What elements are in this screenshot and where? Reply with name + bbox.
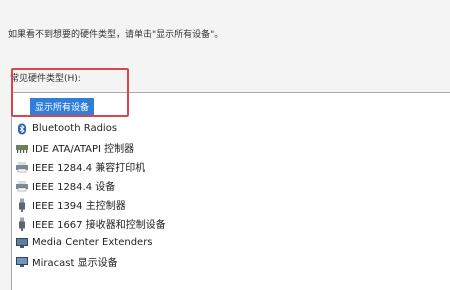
list-item-label: IEEE 1667 接收器和控制设备 (32, 220, 166, 231)
list-item-label: Media Center Extenders (32, 237, 153, 248)
instruction-text: 如果看不到想要的硬件类型，请单击"显示所有设备"。 (8, 30, 224, 40)
monitor-icon (15, 236, 29, 250)
red-highlight-annotation (11, 68, 129, 117)
list-item-ieee-1394-host[interactable]: IEEE 1394 主控制器 (15, 195, 126, 214)
list-item-media-center-extenders[interactable]: Media Center Extenders (15, 233, 153, 252)
monitor-icon (15, 255, 29, 269)
list-item-bluetooth-radios[interactable]: Bluetooth Radios (15, 119, 117, 138)
usb-plug-icon (15, 217, 29, 231)
usb-plug-icon (15, 198, 29, 212)
printer-icon (15, 179, 29, 193)
list-item-ieee-1667[interactable]: IEEE 1667 接收器和控制设备 (15, 214, 166, 233)
bluetooth-icon (15, 122, 29, 136)
list-item-label: Miracast 显示设备 (32, 258, 118, 269)
hardware-wizard-panel: 如果看不到想要的硬件类型，请单击"显示所有设备"。 常见硬件类型(H): 显示所… (0, 0, 450, 290)
list-item-miracast-display[interactable]: Miracast 显示设备 (15, 252, 118, 271)
list-item-ieee-1284-device[interactable]: IEEE 1284.4 设备 (15, 176, 115, 195)
list-item-label: IEEE 1394 主控制器 (32, 201, 126, 212)
list-item-ide-ata-atapi[interactable]: IDE ATA/ATAPI 控制器 (15, 138, 134, 157)
list-item-label: IEEE 1284.4 设备 (32, 182, 116, 193)
list-item-ieee-1284-printer[interactable]: IEEE 1284.4 兼容打印机 (15, 157, 145, 176)
list-item-label: Bluetooth Radios (32, 123, 118, 134)
list-item-label: IEEE 1284.4 兼容打印机 (32, 163, 146, 174)
list-item-label: IDE ATA/ATAPI 控制器 (32, 144, 135, 155)
hardware-types-list[interactable]: 显示所有设备 Bluetooth Radios IDE ATA/ATAPI 控制… (11, 92, 450, 290)
printer-icon (15, 160, 29, 174)
ide-controller-icon (15, 141, 29, 155)
